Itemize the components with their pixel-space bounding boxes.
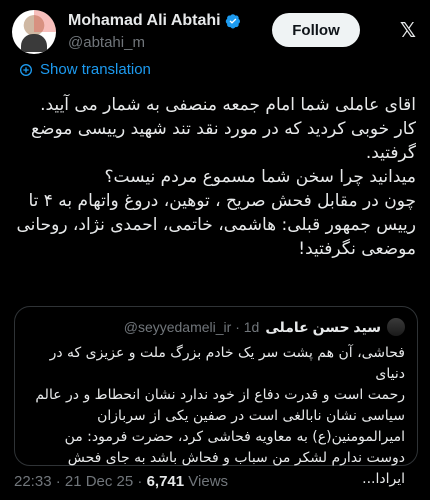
quoted-line: سیاسی نشان نابالغی است در صفین یکی از سر… [97,408,405,424]
follow-button[interactable]: Follow [272,13,360,47]
author-handle[interactable]: @abtahi_m [68,34,145,51]
tweet-timestamp[interactable]: 22:33 · 21 Dec 25 · [14,473,147,490]
quoted-tweet-text: فحاشی، آن هم پشت سر یک خادم بزرگ ملت و ع… [27,343,405,490]
quoted-line: فحاشی، آن هم پشت سر یک خادم بزرگ ملت و ع… [49,345,405,382]
quoted-tweet-header: @seyyedameli_ir · 1d سید حسن عاملی [27,317,405,337]
tweet-line: موضعی نگرفتید! [298,239,416,259]
tweet-line: کار خوبی کردید که در مورد نقد تند شهید ر… [30,119,416,139]
views-count: 6,741 [146,473,185,490]
x-logo-icon: 𝕏 [399,20,416,42]
tweet-meta: 22:33 · 21 Dec 25 · 6,741 Views [14,473,228,490]
quoted-line: امیرالمومنین(ع) به معاویه فحاشی کرد، حضر… [64,429,405,445]
quoted-author-avatar [387,318,405,336]
quoted-tweet[interactable]: @seyyedameli_ir · 1d سید حسن عاملی فحاشی… [14,306,418,487]
author-name-line: Mohamad Ali Abtahi [68,12,241,30]
quoted-author-name: سید حسن عاملی [265,318,381,335]
verified-badge-icon [225,14,240,29]
show-translation-link[interactable]: Show translation [18,61,151,78]
tweet-line: رییس جمهور قبلی: هاشمی، خاتمی، احمدی نژا… [16,215,416,235]
quoted-handle-time: @seyyedameli_ir · 1d [123,319,260,335]
tweet-line: چون در مقابل فحش صریح ، توهین، دروغ واته… [28,191,416,211]
tweet-text: اقای عاملی شما امام جمعه منصفی به شمار م… [14,93,416,261]
views-label: Views [184,473,229,490]
tweet-header: Mohamad Ali Abtahi @abtahi_m Follow 𝕏 [12,10,418,58]
translate-icon [20,63,32,76]
tweet-line: گرفتید. [365,143,416,163]
author-name[interactable]: Mohamad Ali Abtahi [68,12,221,30]
tweet-line: میدانید چرا سخن شما مسموع مردم نیست؟ [104,167,416,187]
tweet-line: اقای عاملی شما امام جمعه منصفی به شمار م… [40,95,416,115]
author-avatar[interactable] [12,10,56,54]
quoted-line: رحمت است و قدرت دفاع از خود ندارد نشان ا… [35,387,405,403]
show-translation-label: Show translation [40,61,151,78]
